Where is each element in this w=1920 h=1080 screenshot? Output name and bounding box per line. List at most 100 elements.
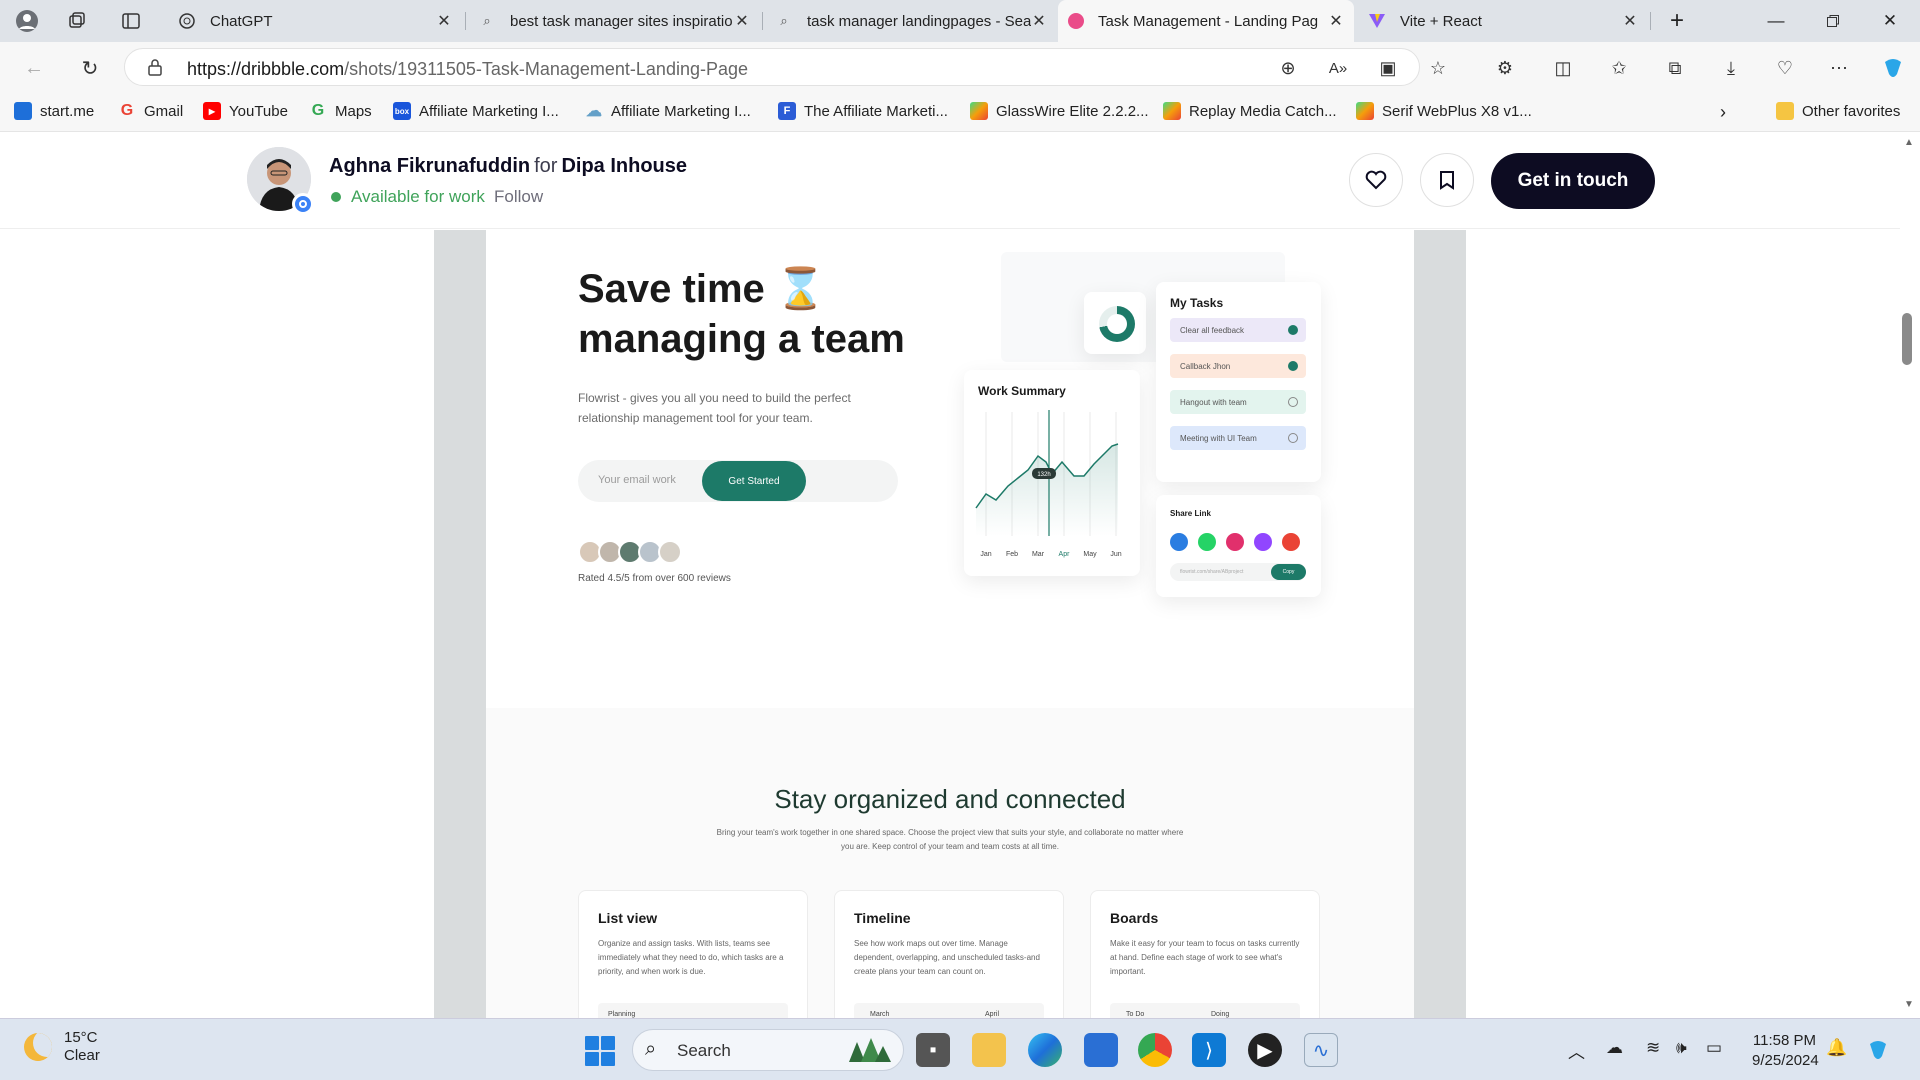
edge-icon[interactable]	[1028, 1033, 1062, 1067]
weather-widget[interactable]: 15°C Clear	[24, 1029, 100, 1065]
bookmark-glasswire[interactable]: GlassWire Elite 2.2.2...	[970, 102, 1149, 120]
address-bar[interactable]: https://dribbble.com/shots/19311505-Task…	[124, 48, 1446, 86]
unchecked-circle-icon[interactable]	[1288, 433, 1298, 443]
tab-dribbble[interactable]: Task Management - Landing Pag ✕	[1058, 0, 1354, 42]
feature-card-boards[interactable]: Boards Make it easy for your team to foc…	[1090, 890, 1320, 1018]
lock-icon[interactable]	[147, 58, 163, 81]
close-tab-icon[interactable]: ✕	[436, 11, 452, 31]
copilot-icon[interactable]	[1880, 56, 1906, 80]
facebook-icon[interactable]	[1170, 533, 1188, 551]
like-button[interactable]	[1349, 153, 1403, 207]
follow-button[interactable]: Follow	[494, 187, 543, 207]
check-icon[interactable]	[1288, 361, 1298, 371]
bookmark-startme[interactable]: start.me	[14, 102, 94, 120]
scrollbar-thumb[interactable]	[1902, 313, 1912, 365]
collections-icon[interactable]: ⧉	[1662, 56, 1688, 80]
task-view-icon[interactable]: ▪	[916, 1033, 950, 1067]
more-bookmarks-chevron-icon[interactable]: ›	[1720, 102, 1726, 123]
onedrive-icon[interactable]: ☁	[1606, 1038, 1623, 1058]
browser-essentials-icon[interactable]: ♡	[1772, 56, 1798, 80]
close-tab-icon[interactable]: ✕	[1328, 11, 1344, 31]
restore-icon[interactable]	[1820, 9, 1846, 33]
task-item[interactable]: Clear all feedback	[1170, 318, 1306, 342]
bookmark-gmail[interactable]: G Gmail	[118, 102, 183, 120]
feature-card-timeline[interactable]: Timeline See how work maps out over time…	[834, 890, 1064, 1018]
bookmark-replay[interactable]: Replay Media Catch...	[1163, 102, 1337, 120]
battery-icon[interactable]: ▭	[1706, 1038, 1722, 1058]
favorite-star-icon[interactable]: ☆	[1425, 56, 1451, 80]
split-screen-icon[interactable]: ◫	[1550, 56, 1576, 80]
url-text[interactable]: https://dribbble.com/shots/19311505-Task…	[187, 59, 748, 80]
check-icon[interactable]	[1288, 325, 1298, 335]
scroll-down-icon[interactable]: ▼	[1904, 999, 1914, 1010]
bookmark-label: start.me	[40, 102, 95, 120]
favorites-icon[interactable]: ✩	[1606, 56, 1632, 80]
bookmark-affiliate-2[interactable]: ☁ Affiliate Marketing I...	[585, 102, 751, 121]
refresh-icon[interactable]: ↻	[76, 54, 104, 82]
new-tab-icon[interactable]: +	[1664, 7, 1690, 34]
tab-strip: ChatGPT ✕ ⌕ best task manager sites insp…	[0, 0, 1920, 42]
tab-actions-icon[interactable]	[118, 9, 144, 33]
hero-section: Save time ⌛ managing a team Flowrist - g…	[486, 230, 1414, 708]
more-menu-icon[interactable]: ⋯	[1826, 56, 1852, 80]
file-explorer-icon[interactable]	[972, 1033, 1006, 1067]
bookmark-maps[interactable]: G Maps	[309, 102, 372, 120]
task-item[interactable]: Meeting with UI Team	[1170, 426, 1306, 450]
read-aloud-icon[interactable]: A»	[1325, 56, 1351, 80]
bookmark-serif[interactable]: Serif WebPlus X8 v1...	[1356, 102, 1532, 120]
back-icon[interactable]: ←	[20, 54, 48, 82]
extensions-icon[interactable]: ⚙	[1492, 56, 1518, 80]
close-tab-icon[interactable]: ✕	[1031, 11, 1047, 31]
f-icon: F	[778, 102, 796, 120]
notification-bell-icon[interactable]: 🔔	[1826, 1038, 1847, 1058]
whatsapp-icon[interactable]	[1198, 533, 1216, 551]
show-hidden-icons-chevron-icon[interactable]: ︿	[1568, 1038, 1585, 1063]
close-tab-icon[interactable]: ✕	[1622, 11, 1638, 31]
author-name[interactable]: Aghna Fikrunafuddin	[329, 155, 530, 177]
tab-chatgpt[interactable]: ChatGPT ✕	[168, 0, 462, 42]
scroll-up-icon[interactable]: ▲	[1904, 137, 1914, 148]
tab-search-1[interactable]: ⌕ best task manager sites inspiratio ✕	[468, 0, 760, 42]
youtube-icon[interactable]	[1282, 533, 1300, 551]
bookmark-affiliate-3[interactable]: F The Affiliate Marketi...	[778, 102, 948, 120]
get-started-button[interactable]: Get Started	[702, 461, 806, 501]
downloads-icon[interactable]: ⤓	[1718, 56, 1744, 80]
workspaces-icon[interactable]	[64, 9, 90, 33]
unchecked-circle-icon[interactable]	[1288, 397, 1298, 407]
bookmark-affiliate-1[interactable]: box Affiliate Marketing I...	[393, 102, 559, 120]
twitch-icon[interactable]	[1254, 533, 1272, 551]
profile-icon[interactable]	[14, 9, 40, 33]
zoom-icon[interactable]: ⊕	[1275, 56, 1301, 80]
chrome-icon[interactable]	[1138, 1033, 1172, 1067]
windows-start-icon[interactable]	[585, 1036, 615, 1066]
page-scrollbar[interactable]: ▲ ▼	[1900, 133, 1920, 1018]
save-button[interactable]	[1420, 153, 1474, 207]
volume-icon[interactable]: 🕪	[1676, 1038, 1687, 1058]
microsoft-store-icon[interactable]	[1084, 1033, 1118, 1067]
tab-separator	[762, 12, 763, 30]
clock[interactable]: 11:58 PM 9/25/2024	[1752, 1031, 1819, 1071]
tab-vite[interactable]: Vite + React ✕	[1358, 0, 1648, 42]
tab-search-2[interactable]: ⌕ task manager landingpages - Sea ✕	[765, 0, 1057, 42]
get-in-touch-button[interactable]: Get in touch	[1491, 153, 1655, 209]
close-window-icon[interactable]: ✕	[1877, 9, 1903, 33]
app-available-icon[interactable]: ▣	[1375, 56, 1401, 80]
wifi-icon[interactable]: ≋	[1646, 1038, 1660, 1058]
task-item[interactable]: Callback Jhon	[1170, 354, 1306, 378]
feature-card-list-view[interactable]: List view Organize and assign tasks. Wit…	[578, 890, 808, 1018]
availability-status[interactable]: Available for work	[331, 187, 485, 207]
task-item[interactable]: Hangout with team	[1170, 390, 1306, 414]
feature-title: Timeline	[854, 910, 911, 926]
media-player-icon[interactable]: ▶	[1248, 1033, 1282, 1067]
instagram-icon[interactable]	[1226, 533, 1244, 551]
other-favorites[interactable]: Other favorites	[1776, 102, 1900, 120]
copilot-icon[interactable]	[1866, 1038, 1890, 1067]
minimize-icon[interactable]: —	[1763, 9, 1789, 33]
close-tab-icon[interactable]: ✕	[734, 11, 750, 31]
taskbar-search[interactable]: ⌕ Search	[632, 1029, 904, 1071]
team-name[interactable]: Dipa Inhouse	[561, 155, 687, 177]
copy-button[interactable]: Copy	[1271, 564, 1306, 580]
vscode-icon[interactable]: ⟩	[1192, 1033, 1226, 1067]
bookmark-youtube[interactable]: ▶ YouTube	[203, 102, 288, 120]
performance-monitor-icon[interactable]: ∿	[1304, 1033, 1338, 1067]
